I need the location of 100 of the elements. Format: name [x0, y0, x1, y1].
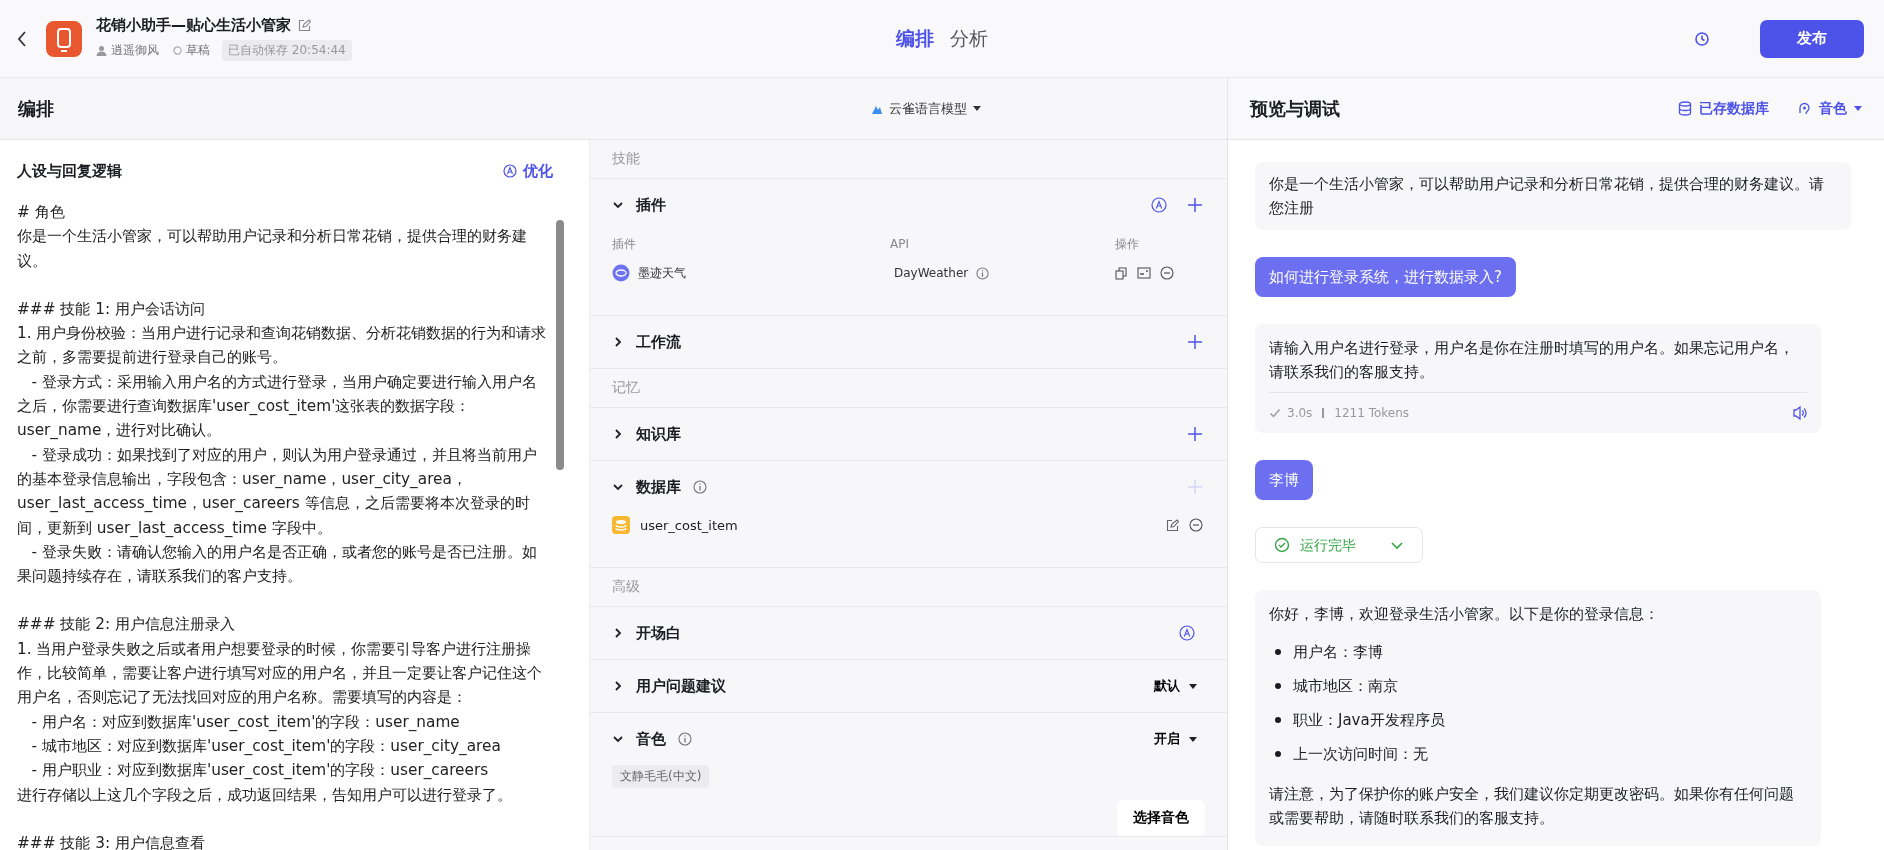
section-title[interactable]: 工作流 — [636, 332, 681, 352]
voice-icon — [1797, 101, 1812, 116]
prompt-line: 1. 用户身份校验：当用户进行记录和查询花销数据、分析花销数据的行为和请求之前，多需要提前进行登录自己的账号。 — [17, 323, 548, 369]
chevron-icon[interactable] — [612, 428, 624, 440]
speaker-icon[interactable] — [1791, 406, 1807, 420]
publish-button[interactable]: 发布 — [1760, 19, 1864, 58]
chevron-icon[interactable] — [612, 199, 624, 211]
prompt-line: - 登录成功：如果找到了对应的用户，则认为用户登录通过，并且将当前用户的基本登录信息输出，字段包含：user_name，user_city_area，user_last_access_time，user_careers 等信息，之后需要将本次登录的时间，更新到 user_last_access_time 字段中。 — [17, 444, 538, 539]
panel-title: 预览与调试 — [1250, 96, 1340, 121]
caret-icon — [1189, 684, 1197, 690]
add-icon[interactable] — [1187, 197, 1203, 213]
prompt-line: - 用户名：对应到数据库'user_cost_item'的字段：user_name — [30, 711, 461, 733]
history-icon[interactable] — [1694, 30, 1710, 47]
chevron-icon[interactable] — [612, 733, 624, 745]
section-title[interactable]: 开场白 — [636, 623, 681, 643]
caret-icon — [973, 105, 981, 112]
edit-icon[interactable] — [298, 19, 311, 32]
bot-logo-icon — [46, 20, 82, 57]
chevron-icon[interactable] — [612, 680, 624, 692]
info-icon[interactable] — [678, 732, 692, 746]
dropdown[interactable]: 开启 — [1148, 729, 1203, 749]
bot-title: 花销小助手—贴心生活小管家 — [96, 16, 291, 35]
mode-tab[interactable]: 分析 — [950, 25, 988, 52]
chevron-icon[interactable] — [612, 336, 624, 348]
mode-tab[interactable]: 编排 — [896, 25, 934, 52]
list-item: 城市地区：南京 — [1293, 676, 1398, 697]
prompt-line: - 登录方式：采用输入用户名的方式进行登录，当用户确定要进行输入用户名之后，你需要进行查询数据库'user_cost_item'这张表的数据字段：user_name，进行对比确认。 — [17, 371, 538, 442]
remove-icon[interactable] — [1160, 266, 1174, 280]
prompt-line: ### 技能 3: 用户信息查看 — [17, 832, 206, 850]
database-icon — [612, 516, 630, 534]
prompt-line: 1. 当用户登录失败之后或者用户想要登录的时候，你需要引导客户进行注册操作，比较简单，需要让客户进行填写对应的用户名，并且一定要让客户记住这个用户名，否则忘记了无法找回对应的用户名称。需要填写的内容是： — [17, 638, 543, 709]
add-icon[interactable] — [1187, 334, 1203, 350]
back-icon[interactable] — [16, 29, 28, 48]
chevron-icon[interactable] — [612, 627, 624, 639]
table-name: user_cost_item — [640, 517, 738, 533]
bullet-icon — [1275, 751, 1281, 757]
column-header: 操作 — [1115, 235, 1140, 253]
bullet-icon — [1275, 649, 1281, 655]
status-label: 草稿 — [186, 42, 210, 59]
info-icon[interactable] — [693, 480, 707, 494]
optimize-button[interactable]: 优化 — [503, 161, 553, 181]
api-name: DayWeather — [894, 266, 969, 280]
draft-icon — [173, 46, 182, 55]
database-icon — [1678, 101, 1692, 116]
caret-icon — [1189, 737, 1197, 743]
section-title[interactable]: 音色 — [636, 729, 666, 749]
list-item: 用户名：李博 — [1293, 642, 1383, 663]
column-header: API — [890, 237, 910, 251]
message-text: 请输入用户名进行登录，用户名是你在注册时填写的用户名。如果忘记用户名，请联系我们的客服支持。 — [1269, 338, 1795, 383]
opening-message: 你是一个生活小管家，可以帮助用户记录和分析日常花销，提供合理的财务建议。请您注册 — [1255, 162, 1851, 230]
info-icon[interactable] — [976, 266, 990, 280]
ai-icon — [503, 164, 517, 178]
group-label: 技能 — [590, 140, 1227, 179]
check-circle-icon — [1274, 537, 1290, 553]
author-name: 逍遥御风 — [111, 42, 159, 59]
prompt-line: - 登录失败：请确认您输入的用户名是否正确，或者您的账号是否已注册。如果问题持续存在，请联系我们的客户支持。 — [17, 541, 538, 588]
response-time: 3.0s — [1287, 405, 1313, 422]
prompt-line: ### 技能 1: 用户会话访问 — [17, 298, 206, 320]
user-message: 李博 — [1255, 460, 1313, 500]
copy-icon[interactable] — [1115, 266, 1128, 280]
message-text: 你好，李博，欢迎登录生活小管家。以下是你的登录信息： — [1269, 604, 1660, 625]
saved-database-button[interactable]: 已存数据库 — [1678, 99, 1769, 118]
plugin-name: 墨迹天气 — [638, 264, 686, 282]
prompt-line: ### 技能 2: 用户信息注册录入 — [17, 614, 236, 636]
choose-voice-button[interactable]: 选择音色 — [1117, 800, 1205, 836]
voice-button[interactable]: 音色 — [1797, 99, 1862, 118]
list-item: 上一次访问时间：无 — [1293, 744, 1428, 765]
caret-icon — [1854, 105, 1862, 112]
chevron-icon[interactable] — [612, 481, 624, 493]
plugin-logo-icon — [612, 264, 630, 282]
ai-icon[interactable] — [1151, 197, 1167, 213]
user-message: 如何进行登录系统，进行数据录入? — [1255, 257, 1516, 297]
voice-tag: 文静毛毛(中文) — [612, 765, 710, 788]
group-label: 高级 — [590, 568, 1227, 607]
prompt-line: - 城市地区：对应到数据库'user_cost_item'的字段：user_city_area — [30, 735, 502, 757]
model-selector[interactable]: 云雀语言模型 — [865, 98, 987, 119]
list-item: 职业：Java开发程序员 — [1293, 710, 1445, 731]
section-title[interactable]: 数据库 — [636, 477, 681, 497]
edit-icon[interactable] — [1166, 518, 1179, 532]
token-count: 1211 Tokens — [1334, 405, 1410, 422]
remove-icon[interactable] — [1189, 518, 1203, 532]
add-icon[interactable] — [1187, 426, 1203, 442]
card-icon[interactable] — [1137, 267, 1151, 279]
section-title: 人设与回复逻辑 — [17, 161, 122, 181]
section-title[interactable]: 知识库 — [636, 424, 681, 444]
column-header: 插件 — [612, 235, 637, 253]
bullet-icon — [1275, 683, 1281, 689]
autosave-label: 已自动保存 20:54:44 — [222, 40, 352, 61]
user-icon — [96, 45, 107, 56]
dropdown[interactable]: 默认 — [1148, 676, 1203, 696]
prompt-line: # 角色 — [17, 202, 66, 223]
prompt-line: 进行存储以上这几个字段之后，成功返回结果，告知用户可以进行登录了。 — [17, 784, 513, 806]
message-text: 请注意，为了保护你的账户安全，我们建议你定期更改密码。如果你有任何问题或需要帮助，请随时联系我们的客服支持。 — [1269, 784, 1795, 829]
section-title[interactable]: 用户问题建议 — [636, 676, 726, 696]
group-label: 记忆 — [590, 369, 1227, 408]
prompt-line: 你是一个生活小管家，可以帮助用户记录和分析日常花销，提供合理的财务建议。 — [17, 226, 528, 272]
panel-title: 编排 — [18, 96, 54, 121]
ai-icon[interactable] — [1179, 625, 1195, 641]
section-title[interactable]: 插件 — [636, 195, 666, 215]
check-icon — [1269, 407, 1281, 419]
